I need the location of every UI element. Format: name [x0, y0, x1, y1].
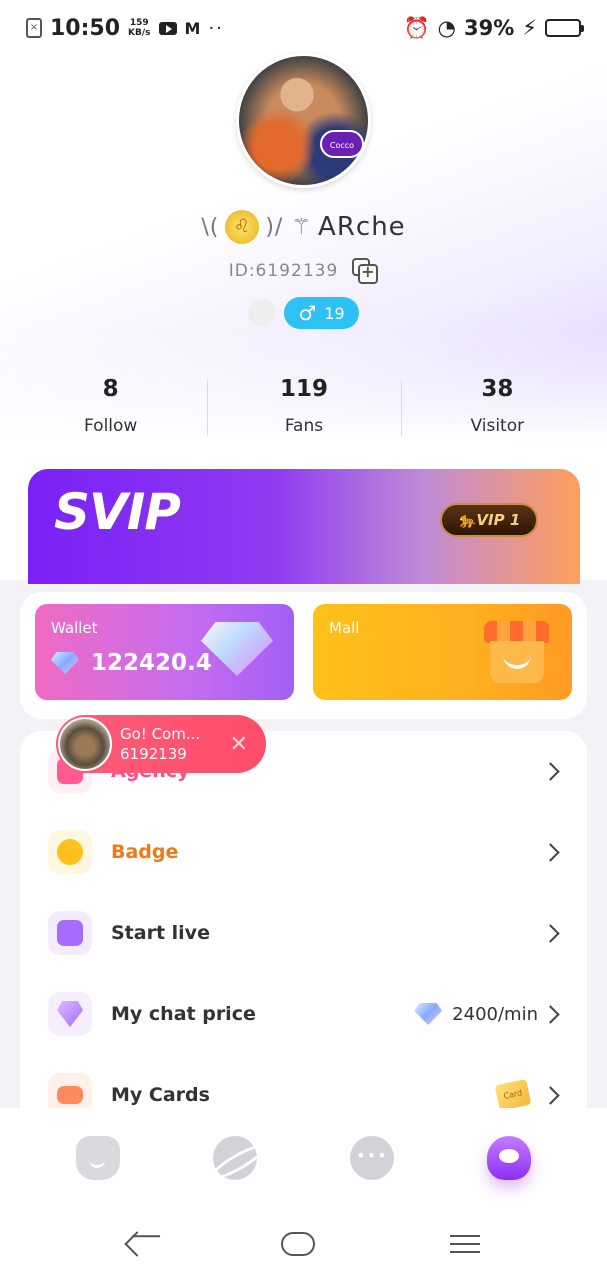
svip-title: SVIP: [54, 483, 181, 541]
network-speed: 159 KB/s: [128, 18, 150, 38]
status-bar: × 10:50 159 KB/s M ·· ⏰ ◔ 39% ⚡: [0, 0, 607, 56]
svip-banner[interactable]: SVIP 🐆 VIP 1: [28, 469, 580, 584]
tab-messages-icon[interactable]: [349, 1136, 394, 1180]
stat-visitor-value: 38: [481, 376, 514, 402]
system-navigation-bar: [0, 1208, 607, 1280]
cards-label: My Cards: [111, 1084, 210, 1106]
stat-fans-value: 119: [279, 376, 328, 402]
avatar-frame-badge: Cocco: [320, 130, 364, 158]
more-notifications-icon: ··: [208, 17, 224, 39]
profile-screen: × 10:50 159 KB/s M ·· ⏰ ◔ 39% ⚡ Cocco \(…: [0, 0, 607, 1280]
shop-icon: [484, 621, 550, 685]
left-wing-icon: \(: [201, 214, 220, 240]
badge-icon: [48, 830, 92, 874]
network-speed-unit: KB/s: [128, 28, 151, 38]
youtube-notification-icon: [158, 21, 177, 35]
mall-label: Mall: [329, 619, 360, 637]
battery-icon: [545, 19, 584, 37]
diamond-icon: [51, 652, 79, 674]
home-icon[interactable]: [280, 1232, 315, 1256]
mall-card[interactable]: Mall: [313, 604, 572, 700]
badge-label: Badge: [111, 841, 179, 863]
floating-room-notice[interactable]: Go! Com... 6192139 ✕: [56, 715, 266, 773]
chat-price-amount: 2400/min: [452, 1003, 538, 1025]
battery-percent: 39%: [463, 16, 515, 40]
right-wing-icon: )/ ⚚: [265, 214, 313, 240]
wifi-icon: ◔: [437, 16, 456, 40]
diamond-large-icon: [201, 622, 273, 676]
wallet-balance: 122420.4: [51, 650, 212, 676]
room-title: Go! Com...: [120, 725, 201, 743]
bottom-tab-bar: [0, 1108, 607, 1208]
profile-avatar[interactable]: [236, 53, 371, 188]
gender-age-tag: ♂ 19: [284, 297, 359, 329]
chat-price-value: 2400/min: [414, 1003, 538, 1025]
leopard-icon: 🐆: [457, 511, 477, 529]
profile-name: ARche: [318, 212, 406, 242]
sim-off-icon: ×: [26, 18, 42, 38]
copy-id-icon[interactable]: [352, 258, 379, 284]
tab-home-icon[interactable]: [76, 1136, 121, 1180]
level-tag: [248, 299, 277, 327]
status-bar-left: × 10:50 159 KB/s M ··: [26, 16, 224, 41]
menu-item-chat-price[interactable]: My chat price 2400/min: [20, 974, 587, 1054]
profile-name-row: \( ♌ )/ ⚚ ARche: [0, 205, 607, 249]
tab-explore-planet-icon[interactable]: [213, 1136, 258, 1180]
chevron-right-icon: [541, 842, 560, 862]
charging-icon: ⚡: [522, 16, 537, 40]
back-icon[interactable]: [123, 1231, 150, 1257]
stat-visitor[interactable]: 38 Visitor: [400, 370, 594, 450]
wallet-label: Wallet: [51, 619, 98, 637]
profile-stats: 8 Follow 119 Fans 38 Visitor: [14, 370, 594, 450]
wallet-card[interactable]: Wallet 122420.4: [35, 604, 294, 700]
leo-zodiac-icon: ♌: [225, 210, 260, 244]
profile-id-row: ID:6192139: [0, 256, 607, 286]
stat-fans-label: Fans: [284, 416, 324, 436]
recent-apps-icon[interactable]: [449, 1235, 480, 1253]
chevron-right-icon: [541, 1004, 560, 1024]
chat-price-label: My chat price: [111, 1003, 256, 1025]
alarm-icon: ⏰: [403, 15, 430, 40]
video-camera-icon: [48, 911, 92, 955]
card-tag-icon: Card: [494, 1078, 532, 1112]
chevron-right-icon: [541, 1085, 560, 1105]
menu-item-start-live[interactable]: Start live: [20, 893, 587, 973]
tab-me-icon[interactable]: [486, 1136, 531, 1180]
stat-follow-label: Follow: [84, 416, 138, 436]
profile-id: ID:6192139: [228, 261, 339, 281]
chevron-right-icon: [541, 923, 560, 943]
close-icon[interactable]: ✕: [230, 732, 248, 757]
wallet-amount: 122420.4: [91, 650, 212, 676]
chevron-right-icon: [541, 761, 560, 781]
gmail-notification-icon: M: [184, 18, 201, 38]
menu-item-badge[interactable]: Badge: [20, 812, 587, 892]
vip-level-text: VIP 1: [476, 511, 521, 529]
status-time: 10:50: [50, 15, 121, 41]
stat-fans[interactable]: 119 Fans: [207, 370, 400, 450]
start-live-label: Start live: [111, 922, 210, 944]
network-speed-value: 159: [129, 18, 149, 28]
profile-tags: ♂ 19: [0, 297, 607, 329]
male-gender-icon: ♂: [298, 301, 317, 325]
stat-visitor-label: Visitor: [470, 416, 525, 436]
stat-follow-value: 8: [102, 376, 119, 402]
diamond-price-icon: [48, 992, 92, 1036]
vip-level-badge: 🐆 VIP 1: [440, 503, 538, 537]
room-avatar: [58, 717, 112, 771]
room-id: 6192139: [120, 745, 187, 763]
diamond-icon: [414, 1003, 443, 1025]
room-notice-text: Go! Com... 6192139: [120, 724, 200, 764]
age-value: 19: [324, 303, 345, 323]
stat-follow[interactable]: 8 Follow: [14, 370, 207, 450]
status-bar-right: ⏰ ◔ 39% ⚡: [403, 15, 584, 41]
